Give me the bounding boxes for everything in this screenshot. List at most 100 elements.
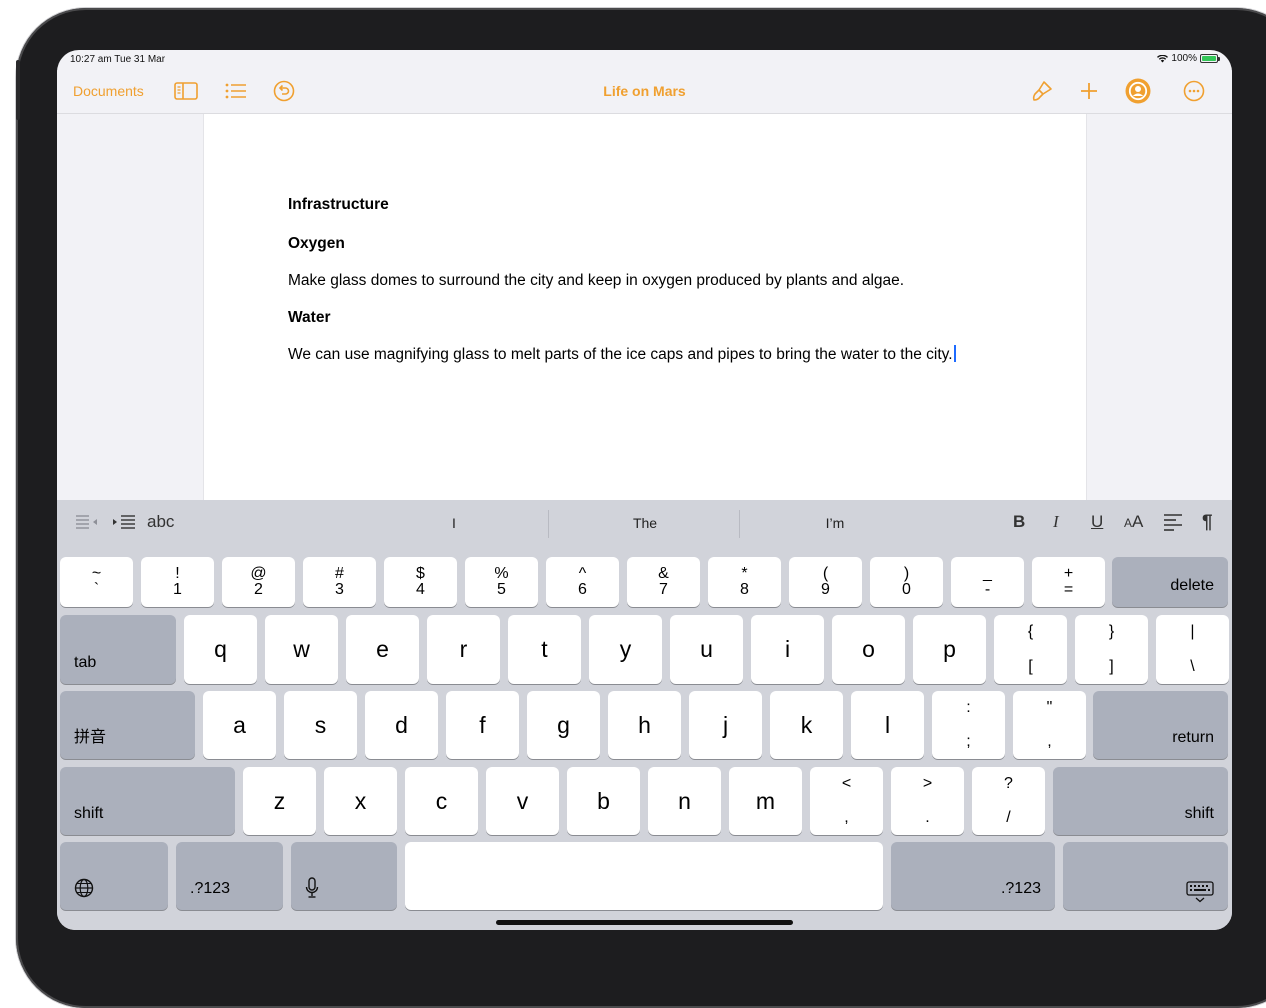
underline-button[interactable]: U <box>1091 512 1103 532</box>
key-y-label: y <box>619 636 632 662</box>
key-sym-r2-1[interactable]: }] <box>1075 615 1148 684</box>
abc-style-button[interactable]: abc <box>147 512 174 532</box>
pinyin-key[interactable]: 拼音 <box>60 691 195 759</box>
paintbrush-icon[interactable] <box>1028 78 1056 104</box>
italic-button[interactable]: I <box>1053 512 1059 532</box>
outdent-icon[interactable] <box>75 514 99 535</box>
key-a-label: a <box>233 711 246 738</box>
key-w-label: w <box>293 636 310 662</box>
key-u[interactable]: u <box>670 615 743 684</box>
align-icon[interactable] <box>1163 513 1183 536</box>
indent-icon[interactable] <box>112 514 136 535</box>
sidebar-icon[interactable] <box>172 78 200 104</box>
home-indicator <box>496 920 793 925</box>
key-m[interactable]: m <box>729 767 802 835</box>
key-num-10[interactable]: ) 0 <box>870 557 943 607</box>
key-sym-r3-1[interactable]: ", <box>1013 691 1086 759</box>
key-num-0[interactable]: ~ ` <box>60 557 133 607</box>
status-bar: 10:27 am Tue 31 Mar 100% <box>57 50 1232 70</box>
key-sym-r4-2-top-label: ? <box>1004 775 1013 792</box>
return-key[interactable]: return <box>1093 691 1228 759</box>
key-num-6[interactable]: ^ 6 <box>546 557 619 607</box>
key-b[interactable]: b <box>567 767 640 835</box>
key-sym-r4-1-top-label: > <box>922 775 933 792</box>
key-k[interactable]: k <box>770 691 843 759</box>
key-i[interactable]: i <box>751 615 824 684</box>
key-n[interactable]: n <box>648 767 721 835</box>
list-icon[interactable] <box>222 78 250 104</box>
documents-button[interactable]: Documents <box>73 83 144 99</box>
suggestion-2[interactable]: The <box>555 515 735 531</box>
key-j[interactable]: j <box>689 691 762 759</box>
key-sym-r4-0[interactable]: <, <box>810 767 883 835</box>
key-num-12[interactable]: + = <box>1032 557 1105 607</box>
key-num-3[interactable]: #3 <box>303 557 376 607</box>
key-q[interactable]: q <box>184 615 257 684</box>
suggestion-3[interactable]: I’m <box>745 515 925 531</box>
globe-key[interactable] <box>60 842 168 910</box>
suggestion-1[interactable]: I <box>364 515 544 531</box>
more-icon[interactable] <box>1180 78 1208 104</box>
space-key[interactable] <box>405 842 883 910</box>
key-sym-r4-2[interactable]: ? / <box>972 767 1045 835</box>
key-s[interactable]: s <box>284 691 357 759</box>
key-num-10-top-label: ) <box>903 565 910 582</box>
collaborate-icon[interactable] <box>1124 78 1152 104</box>
key-sym-r4-1[interactable]: >. <box>891 767 964 835</box>
key-sym-r2-0[interactable]: {[ <box>994 615 1067 684</box>
key-z[interactable]: z <box>243 767 316 835</box>
key-p[interactable]: p <box>913 615 986 684</box>
key-t[interactable]: t <box>508 615 581 684</box>
shift-key-right[interactable]: shift <box>1053 767 1228 835</box>
key-f[interactable]: f <box>446 691 519 759</box>
key-num-2-top-label: @ <box>250 565 267 582</box>
key-num-9-top-label: ( <box>822 565 829 582</box>
key-r[interactable]: r <box>427 615 500 684</box>
numbers-key-label: .?123 <box>190 880 231 897</box>
bold-button[interactable]: B <box>1013 512 1025 532</box>
numbers-key-left[interactable]: .?123 <box>176 842 283 910</box>
key-num-8[interactable]: * 8 <box>708 557 781 607</box>
key-x[interactable]: x <box>324 767 397 835</box>
key-g[interactable]: g <box>527 691 600 759</box>
globe-icon <box>74 878 94 898</box>
status-time: 10:27 am Tue 31 Mar <box>70 54 166 65</box>
shift-key-left[interactable]: shift <box>60 767 235 835</box>
delete-key[interactable]: delete <box>1112 557 1228 607</box>
plus-icon[interactable] <box>1075 78 1103 104</box>
key-num-11-top-label: _ <box>983 565 992 582</box>
numbers-key-right[interactable]: .?123 <box>891 842 1055 910</box>
tab-key[interactable]: tab <box>60 615 176 684</box>
key-e[interactable]: e <box>346 615 419 684</box>
key-num-2[interactable]: @2 <box>222 557 295 607</box>
key-l[interactable]: l <box>851 691 924 759</box>
key-num-4[interactable]: $4 <box>384 557 457 607</box>
key-a[interactable]: a <box>203 691 276 759</box>
dictation-key[interactable] <box>291 842 397 910</box>
key-d[interactable]: d <box>365 691 438 759</box>
paragraph-water: We can use magnifying glass to melt part… <box>288 345 956 364</box>
heading-infrastructure: Infrastructure <box>288 196 389 213</box>
key-num-9[interactable]: (9 <box>789 557 862 607</box>
key-c[interactable]: c <box>405 767 478 835</box>
dismiss-keyboard-key[interactable] <box>1063 842 1228 910</box>
document-page[interactable]: Infrastructure Oxygen Make glass domes t… <box>203 114 1087 500</box>
key-num-11[interactable]: _ - <box>951 557 1024 607</box>
key-h[interactable]: h <box>608 691 681 759</box>
pilcrow-button[interactable]: ¶ <box>1202 512 1213 534</box>
key-sym-r2-2[interactable]: | \ <box>1156 615 1229 684</box>
undo-icon[interactable] <box>270 78 298 104</box>
key-sym-r3-0[interactable]: :; <box>932 691 1005 759</box>
key-num-1[interactable]: ! 1 <box>141 557 214 607</box>
key-v[interactable]: v <box>486 767 559 835</box>
key-o[interactable]: o <box>832 615 905 684</box>
key-y[interactable]: y <box>589 615 662 684</box>
key-num-7[interactable]: & 7 <box>627 557 700 607</box>
key-num-5[interactable]: % 5 <box>465 557 538 607</box>
text-size-button[interactable]: AA <box>1124 512 1143 532</box>
key-w[interactable]: w <box>265 615 338 684</box>
heading-oxygen: Oxygen <box>288 235 345 252</box>
key-sym-r2-0-top-label: { <box>1027 623 1034 640</box>
key-num-8-bottom-label: 8 <box>740 581 749 598</box>
return-key-label: return <box>1172 729 1214 746</box>
